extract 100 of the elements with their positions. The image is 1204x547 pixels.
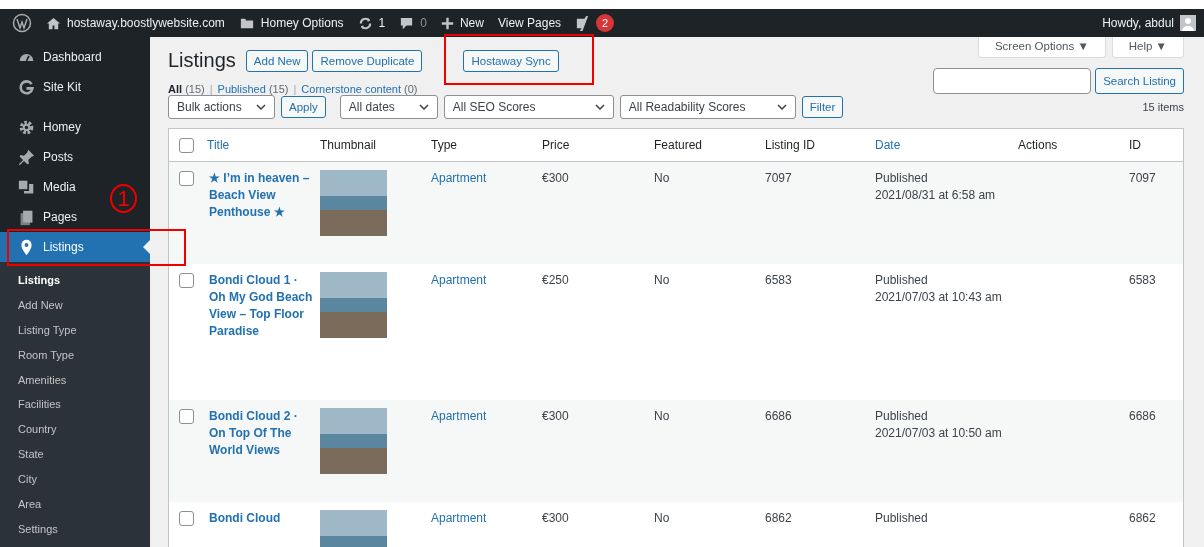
seo-scores-dropdown[interactable]: All SEO Scores [443,95,614,119]
gear-icon [18,118,35,136]
type-link[interactable]: Apartment [431,273,487,287]
submenu-item[interactable]: Amenities [0,367,150,393]
row-checkbox[interactable] [179,409,194,424]
screen-options-button[interactable]: Screen Options ▼ [977,37,1106,58]
seo-logo-icon [575,14,591,32]
sidebar-item[interactable]: Posts [0,142,81,172]
account-menu[interactable]: Howdy, abdul [1102,15,1196,31]
submenu-item[interactable]: City [0,467,150,492]
submenu-item[interactable]: Facilities [0,392,150,418]
sidebar-item[interactable]: Media [0,172,84,202]
wordpress-logo-icon[interactable] [12,13,32,33]
listing-title-link[interactable]: Bondi Cloud 1 · Oh My God Beach View – Top Floor Paradise [207,272,314,340]
submenu-item[interactable]: Listings [0,268,150,293]
filter-button[interactable]: Filter [801,96,844,118]
home-icon [46,15,61,31]
id-text: 7097 [1129,171,1156,185]
folder-icon [238,16,255,30]
sidebar-item[interactable]: Dashboard [0,42,110,72]
readability-dropdown[interactable]: All Readability Scores [619,95,796,119]
column-header: Price [542,138,570,152]
plus-icon [440,16,454,30]
view-pages-link[interactable]: View Pages [497,16,562,30]
submenu-item[interactable]: Listing Type [0,317,150,343]
price-text: €300 [542,409,569,423]
bulk-actions-dropdown[interactable]: Bulk actions [168,95,275,119]
listing-id-text: 6583 [765,273,792,287]
featured-text: No [654,409,670,423]
search-button[interactable]: Search Listing [1095,68,1184,94]
avatar-icon [1180,15,1196,31]
separator: | [209,83,213,95]
page-title: Listings [168,49,236,72]
listing-id-text: 6686 [765,409,792,423]
help-button[interactable]: Help ▼ [1111,37,1184,58]
submenu-item[interactable]: Area [0,492,150,517]
pages-icon [18,208,35,226]
listing-title-link[interactable]: Bondi Cloud [207,510,314,527]
listing-id-text: 7097 [765,171,792,185]
column-header[interactable]: Date [875,138,901,152]
photo-placeholder [320,170,387,236]
submenu-item[interactable]: Room Type [0,342,150,368]
refresh-icon [357,15,373,31]
chevron-down-icon [256,104,266,110]
select-all-checkbox[interactable] [179,137,194,153]
row-checkbox[interactable] [179,273,194,288]
header-button[interactable]: Remove Duplicate [312,49,423,72]
sidebar-item[interactable]: Listings [0,232,150,262]
type-link[interactable]: Apartment [431,171,487,185]
submenu-item[interactable]: Settings [0,516,150,542]
listing-title-link[interactable]: ★ I’m in heaven – Beach View Penthouse ★ [207,170,314,221]
updates-link[interactable]: 1 [357,15,386,31]
sidebar-item[interactable]: Pages [0,202,86,232]
price-text: €250 [542,273,569,287]
id-text: 6862 [1129,511,1156,525]
column-header[interactable]: Title [207,138,230,152]
view-filter-link[interactable]: All (15) [168,83,205,95]
photo-placeholder [320,408,387,474]
pushpin-icon [18,148,35,166]
sidebar-item[interactable]: Homey [0,112,89,142]
type-link[interactable]: Apartment [431,511,487,525]
view-filter-link[interactable]: Cornerstone content (0) [301,83,418,95]
row-checkbox[interactable] [179,171,194,186]
date-text: 2021/07/03 at 10:43 am [875,289,1003,306]
id-text: 6583 [1129,273,1156,287]
status-text: Published [875,272,929,289]
notification-badge: 2 [596,14,615,32]
photo-placeholder [320,272,387,338]
seo-menu[interactable]: 2 [575,14,615,32]
column-header: ID [1129,138,1141,152]
submenu-item[interactable]: State [0,442,150,468]
chevron-down-icon [594,104,605,110]
listing-title-link[interactable]: Bondi Cloud 2 · On Top Of The World Views [207,408,314,459]
price-text: €300 [542,171,569,185]
header-button[interactable]: Add New [245,49,309,72]
options-link[interactable]: Homey Options [238,16,344,30]
date-text: 2021/07/03 at 10:50 am [875,425,1003,442]
sidebar-item[interactable]: Site Kit [0,72,89,102]
id-text: 6686 [1129,409,1156,423]
submenu-item[interactable]: Country [0,417,150,443]
apply-button[interactable]: Apply [281,96,326,118]
view-filter-link[interactable]: Published (15) [217,83,289,95]
search-field[interactable] [933,68,1092,94]
dates-dropdown[interactable]: All dates [339,95,438,119]
header-button[interactable]: Hostaway Sync [463,49,559,72]
type-link[interactable]: Apartment [431,409,487,423]
listing-id-text: 6862 [765,511,792,525]
chevron-down-icon [418,104,429,110]
column-header: Type [431,138,457,152]
column-header: Listing ID [765,138,816,152]
new-link[interactable]: New [440,16,484,30]
featured-text: No [654,171,670,185]
submenu-item[interactable]: Add New [0,292,150,318]
row-checkbox[interactable] [179,511,194,526]
price-text: €300 [542,511,569,525]
g-logo-icon [18,78,35,96]
item-count: 15 items [1142,101,1184,113]
comments-link[interactable]: 0 [399,15,427,31]
date-text: 2021/08/31 at 6:58 am [875,187,997,204]
site-link[interactable]: hostaway.boostlywebsite.com [46,15,225,31]
